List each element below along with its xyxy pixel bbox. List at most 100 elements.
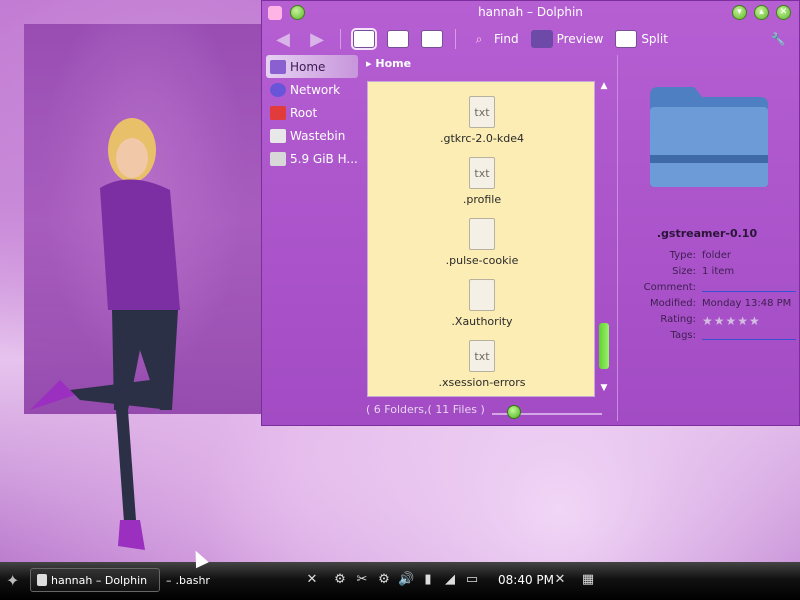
volume-icon[interactable]: 🔊 <box>398 572 414 588</box>
breadcrumb-home[interactable]: Home <box>375 57 411 70</box>
details-view-button[interactable]: ☰ <box>383 26 413 52</box>
preview-label: Preview <box>556 32 604 46</box>
selected-item-name: .gstreamer-0.10 <box>656 227 758 240</box>
taskbar: ✦ hannah – Dolphin – .bashr ✕ ⚙ ✂ ⚙ 🔊 ▮ … <box>0 562 800 600</box>
scissors-icon[interactable]: ✂ <box>354 572 370 588</box>
close-x-icon: ✕ <box>306 572 318 587</box>
window-title: hannah – Dolphin <box>478 5 583 19</box>
task-label: hannah – Dolphin <box>51 573 148 587</box>
file-view[interactable]: txt .gtkrc-2.0-kde4 txt .profile .pulse-… <box>367 81 595 397</box>
zoom-slider-handle[interactable] <box>507 405 521 419</box>
text-file-icon: txt <box>469 157 495 189</box>
details-view-icon: ☰ <box>387 30 409 48</box>
settings-button[interactable]: 🔧 <box>763 26 793 52</box>
find-button[interactable]: ⌕ Find <box>464 26 523 52</box>
preview-button[interactable]: Preview <box>527 26 608 52</box>
rating-stars[interactable]: ★★★★★ <box>702 314 796 328</box>
add-comment-link[interactable] <box>702 282 796 292</box>
file-name: .gtkrc-2.0-kde4 <box>439 132 525 145</box>
find-icon: ⌕ <box>475 31 483 46</box>
scroll-thumb[interactable] <box>599 323 609 369</box>
maximize-button[interactable]: ▴ <box>754 5 769 20</box>
wrench-icon: 🔧 <box>770 32 786 46</box>
place-label: Wastebin <box>290 128 346 143</box>
show-desktop-button[interactable]: ▦ <box>580 568 596 592</box>
info-key: Rating: <box>660 314 696 325</box>
clock[interactable]: 08:40 PM <box>498 568 554 592</box>
back-arrow-icon: ◀ <box>276 28 290 50</box>
split-button[interactable]: ＋ Split <box>611 26 672 52</box>
binary-file-icon <box>469 279 495 311</box>
place-item-drive[interactable]: 5.9 GiB H... <box>266 147 358 170</box>
columns-view-button[interactable]: ▤ <box>417 26 447 52</box>
folder-preview-icon <box>650 87 768 187</box>
show-desktop-icon: ▦ <box>581 572 595 587</box>
add-tags-link[interactable] <box>702 330 796 340</box>
terminal-task-icon: – <box>166 573 172 587</box>
desktop-icon[interactable]: ▭ <box>464 572 480 588</box>
vertical-scrollbar[interactable]: ▲ ▼ <box>598 81 610 397</box>
file-item[interactable]: txt .profile <box>368 157 594 206</box>
place-label: Network <box>290 82 341 97</box>
status-bar: ( 6 Folders,( 11 Files ) <box>366 403 485 416</box>
place-item-wastebin[interactable]: Wastebin <box>266 124 358 147</box>
toolbar-separator <box>455 29 456 49</box>
file-item[interactable]: txt .xsession-errors <box>368 340 594 389</box>
file-item[interactable]: txt .gtkrc-2.0-kde4 <box>368 96 594 145</box>
info-row-modified: Modified: Monday 13:48 PM <box>618 298 796 309</box>
scroll-up-icon[interactable]: ▲ <box>599 81 609 91</box>
file-item[interactable]: .pulse-cookie <box>368 218 594 267</box>
info-key: Size: <box>672 266 696 277</box>
split-label: Split <box>641 32 668 46</box>
place-label: 5.9 GiB H... <box>290 151 358 166</box>
toolbar: ◀ ▶ ▦ ☰ ▤ ⌕ Find Preview ＋ Split 🔧 <box>262 25 799 53</box>
toolbar-separator <box>340 29 341 49</box>
info-row-size: Size: 1 item <box>618 266 796 277</box>
forward-arrow-icon: ▶ <box>310 28 324 50</box>
file-item[interactable]: .Xauthority <box>368 279 594 328</box>
icons-view-icon: ▦ <box>351 28 377 50</box>
back-button[interactable]: ◀ <box>268 26 298 52</box>
place-item-root[interactable]: Root <box>266 101 358 124</box>
info-value: Monday 13:48 PM <box>702 298 792 309</box>
settings-gear-icon[interactable]: ⚙ <box>332 572 348 588</box>
scroll-down-icon[interactable]: ▼ <box>599 383 609 393</box>
close-applet-button[interactable]: ✕ <box>552 568 568 592</box>
folder-count: 6 Folders, <box>373 403 428 416</box>
file-name: .xsession-errors <box>438 376 526 389</box>
wallpaper-person-image <box>30 118 180 550</box>
icons-view-button[interactable]: ▦ <box>349 26 379 52</box>
kickoff-menu-icon[interactable]: ✦ <box>6 568 26 592</box>
information-panel: .gstreamer-0.10 Type: folder Size: 1 item … <box>617 55 796 421</box>
place-item-home[interactable]: Home <box>266 55 358 78</box>
close-x-icon: ✕ <box>554 572 566 587</box>
title-bar[interactable]: hannah – Dolphin ▾ ▴ ✕ <box>262 1 799 25</box>
forward-button[interactable]: ▶ <box>302 26 332 52</box>
battery-icon[interactable]: ▮ <box>420 572 436 588</box>
close-task-button[interactable]: ✕ <box>304 568 320 592</box>
file-count: 11 Files <box>435 403 477 416</box>
info-row-comment: Comment: <box>618 282 796 293</box>
place-label: Root <box>290 105 318 120</box>
system-tray: ⚙ ✂ ⚙ 🔊 ▮ ◢ ▭ <box>332 568 480 592</box>
minimize-button[interactable]: ▾ <box>732 5 747 20</box>
gear-icon[interactable]: ⚙ <box>376 572 392 588</box>
task-terminal[interactable]: – .bashr <box>166 568 290 592</box>
network-signal-icon[interactable]: ◢ <box>442 572 458 588</box>
file-name: .Xauthority <box>451 315 513 328</box>
home-icon <box>270 59 286 74</box>
close-button[interactable]: ✕ <box>776 5 791 20</box>
dolphin-window: hannah – Dolphin ▾ ▴ ✕ ◀ ▶ ▦ ☰ ▤ ⌕ Find P… <box>261 0 800 426</box>
breadcrumb[interactable]: ▸ Home <box>366 57 411 70</box>
info-row-rating: Rating: ★★★★★ <box>618 314 796 328</box>
file-name: .profile <box>462 193 502 206</box>
places-panel: Home Network Root Wastebin 5.9 GiB H... <box>266 55 358 417</box>
trash-icon <box>270 128 286 143</box>
task-dolphin[interactable]: hannah – Dolphin <box>30 568 160 592</box>
file-name: .pulse-cookie <box>445 254 519 267</box>
place-item-network[interactable]: Network <box>266 78 358 101</box>
text-file-icon: txt <box>469 340 495 372</box>
info-key: Comment: <box>643 282 696 293</box>
info-row-tags: Tags: <box>618 330 796 341</box>
preview-icon <box>530 30 553 48</box>
